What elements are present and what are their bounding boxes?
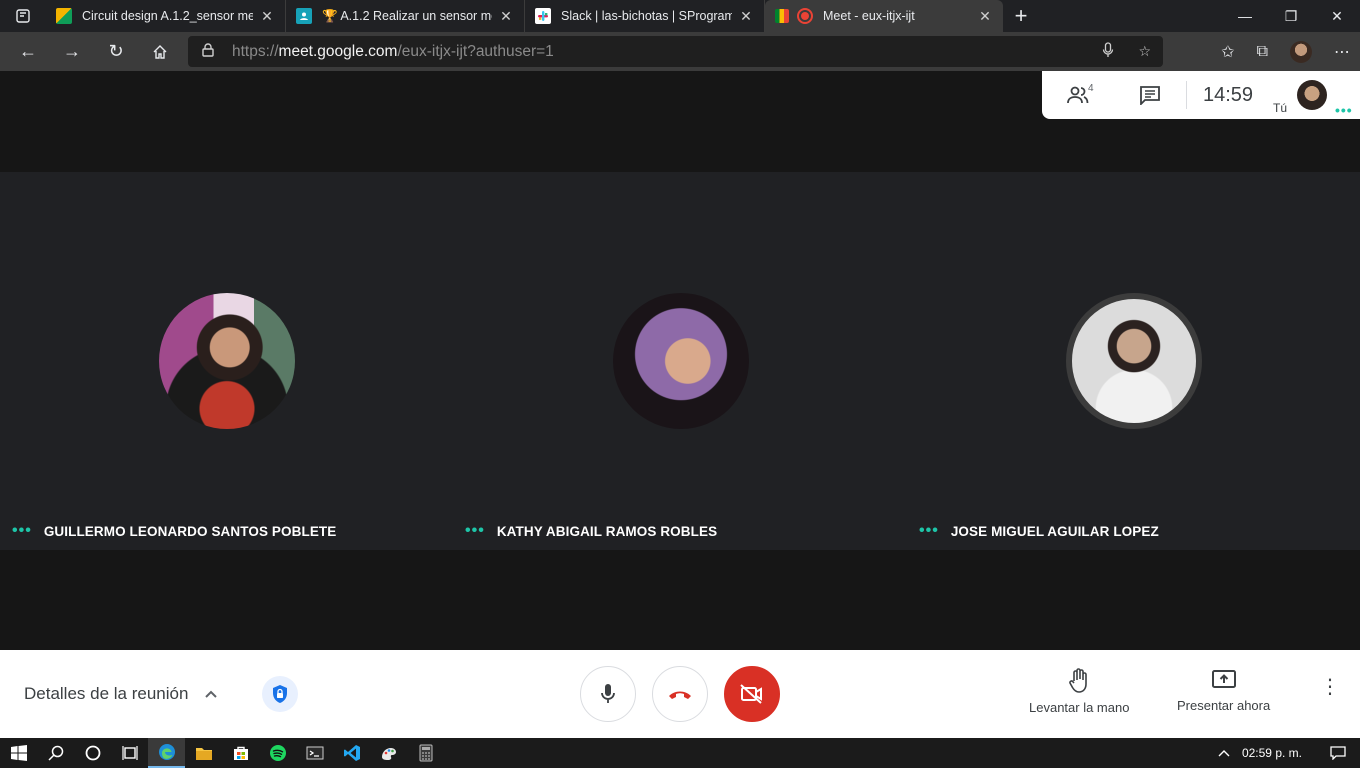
close-tab-icon[interactable]: ✕: [977, 8, 993, 25]
close-tab-icon[interactable]: ✕: [498, 8, 514, 25]
edge-browser-icon[interactable]: [148, 738, 185, 768]
lock-icon[interactable]: [202, 43, 222, 60]
cortana-icon[interactable]: [74, 738, 111, 768]
leave-call-button[interactable]: [652, 666, 708, 722]
camera-off-button[interactable]: [724, 666, 780, 722]
add-favorite-icon[interactable]: ☆: [1138, 43, 1151, 60]
url-text: https://meet.google.com/eux-itjx-ijt?aut…: [232, 42, 554, 60]
participant-tile[interactable]: ••• JOSE MIGUEL AGUILAR LOPEZ: [907, 172, 1360, 550]
camera-off-icon: [740, 684, 762, 704]
browser-toolbar: ← → ↻ https://meet.google.com/eux-itjx-i…: [0, 32, 1360, 71]
speaking-indicator-icon: •••: [1335, 102, 1353, 118]
hang-up-icon: [669, 691, 691, 699]
present-screen-icon: [1211, 670, 1236, 688]
raise-hand-button[interactable]: Levantar la mano: [1029, 668, 1129, 715]
chat-icon: [1140, 86, 1160, 105]
tab-title: 🏆 A.1.2 Realizar un sensor medi: [322, 8, 492, 23]
close-window-icon[interactable]: ✕: [1314, 0, 1360, 32]
meeting-controls-bar: Detalles de la reunión Levantar la mano …: [0, 650, 1360, 738]
calculator-icon[interactable]: [407, 738, 444, 768]
meet-info-panel: 4 14:59 Tú •••: [1042, 71, 1360, 119]
browser-tab-meet[interactable]: Meet - eux-itjx-ijt ✕: [765, 0, 1003, 32]
participant-name-label: ••• JOSE MIGUEL AGUILAR LOPEZ: [919, 522, 1159, 539]
close-tab-icon[interactable]: ✕: [259, 8, 275, 25]
participant-name-label: ••• KATHY ABIGAIL RAMOS ROBLES: [465, 522, 718, 539]
present-now-button[interactable]: Presentar ahora: [1177, 668, 1270, 713]
meet-bottom-area: [0, 550, 1360, 650]
tab-title: Slack | las-bichotas | SProgramab: [561, 9, 732, 23]
paint-app-icon[interactable]: [370, 738, 407, 768]
forward-icon[interactable]: →: [50, 32, 94, 71]
refresh-icon[interactable]: ↻: [94, 32, 138, 71]
task-view-icon[interactable]: [111, 738, 148, 768]
more-options-icon[interactable]: ⋮: [1318, 677, 1342, 697]
participant-avatar: [613, 293, 749, 429]
favorites-icon[interactable]: ✩: [1221, 42, 1234, 62]
host-controls-button[interactable]: [262, 676, 298, 712]
people-count: 4: [1088, 83, 1094, 94]
participants-grid: ••• GUILLERMO LEONARDO SANTOS POBLETE ••…: [0, 172, 1360, 550]
microsoft-store-icon[interactable]: [222, 738, 259, 768]
minimize-icon[interactable]: —: [1222, 0, 1268, 32]
meeting-details-button[interactable]: Detalles de la reunión: [24, 684, 218, 704]
browser-tab-slack[interactable]: Slack | las-bichotas | SProgramab ✕: [525, 0, 765, 32]
search-icon[interactable]: [37, 738, 74, 768]
address-bar[interactable]: https://meet.google.com/eux-itjx-ijt?aut…: [188, 36, 1163, 67]
participant-avatar: [159, 293, 295, 429]
present-now-label: Presentar ahora: [1177, 698, 1271, 713]
home-icon[interactable]: [138, 32, 182, 71]
back-icon[interactable]: ←: [6, 32, 50, 71]
chevron-up-icon[interactable]: [1206, 749, 1242, 757]
people-button[interactable]: 4: [1042, 71, 1114, 119]
close-tab-icon[interactable]: ✕: [738, 8, 754, 25]
people-icon: [1067, 86, 1089, 104]
audio-indicator-icon: •••: [465, 522, 485, 539]
windows-start-icon[interactable]: [0, 738, 37, 768]
meeting-details-label: Detalles de la reunión: [24, 684, 189, 703]
self-label: Tú: [1273, 101, 1288, 115]
participant-tile[interactable]: ••• KATHY ABIGAIL RAMOS ROBLES: [453, 172, 906, 550]
windows-taskbar: 02:59 p. m.: [0, 738, 1360, 768]
participant-avatar: [1066, 293, 1202, 429]
participant-name-label: ••• GUILLERMO LEONARDO SANTOS POBLETE: [12, 522, 337, 539]
taskbar-clock[interactable]: 02:59 p. m.: [1242, 746, 1316, 760]
recording-icon: [797, 8, 813, 24]
browser-tab-strip: Circuit design A.1.2_sensor medi ✕ 🏆 A.1…: [0, 0, 1360, 32]
microphone-icon: [601, 684, 615, 703]
mic-permission-icon[interactable]: [1102, 42, 1114, 61]
profile-avatar[interactable]: [1290, 40, 1312, 63]
self-avatar: [1297, 80, 1327, 110]
new-tab-button[interactable]: +: [1003, 3, 1039, 29]
audio-indicator-icon: •••: [12, 522, 32, 539]
slack-favicon-icon: [535, 8, 551, 24]
shield-lock-icon: [273, 685, 287, 703]
audio-indicator-icon: •••: [919, 522, 939, 539]
self-view[interactable]: Tú •••: [1269, 71, 1359, 119]
browser-tab-classroom[interactable]: 🏆 A.1.2 Realizar un sensor medi ✕: [286, 0, 525, 32]
browser-tab-circuit[interactable]: Circuit design A.1.2_sensor medi ✕: [46, 0, 286, 32]
tab-actions-icon[interactable]: [0, 0, 46, 32]
chat-button[interactable]: [1114, 71, 1186, 119]
tab-title: Meet - eux-itjx-ijt: [823, 9, 915, 23]
spotify-icon[interactable]: [259, 738, 296, 768]
tab-title: Circuit design A.1.2_sensor medi: [82, 9, 253, 23]
participant-tile[interactable]: ••• GUILLERMO LEONARDO SANTOS POBLETE: [0, 172, 453, 550]
microphone-button[interactable]: [580, 666, 636, 722]
terminal-icon[interactable]: [296, 738, 333, 768]
classroom-favicon-icon: [296, 8, 312, 24]
restore-icon[interactable]: ❐: [1268, 0, 1314, 32]
file-explorer-icon[interactable]: [185, 738, 222, 768]
meet-favicon-icon: [775, 9, 789, 23]
settings-more-icon[interactable]: ⋯: [1334, 42, 1350, 62]
collections-icon[interactable]: ⧉: [1257, 43, 1268, 61]
meeting-clock: 14:59: [1202, 83, 1254, 106]
vscode-icon[interactable]: [333, 738, 370, 768]
window-controls: — ❐ ✕: [1222, 0, 1360, 32]
tinkercad-favicon-icon: [56, 8, 72, 24]
raise-hand-icon: [1069, 668, 1088, 693]
chevron-up-icon: [204, 686, 218, 702]
raise-hand-label: Levantar la mano: [1029, 700, 1130, 715]
notifications-icon[interactable]: [1316, 746, 1360, 760]
